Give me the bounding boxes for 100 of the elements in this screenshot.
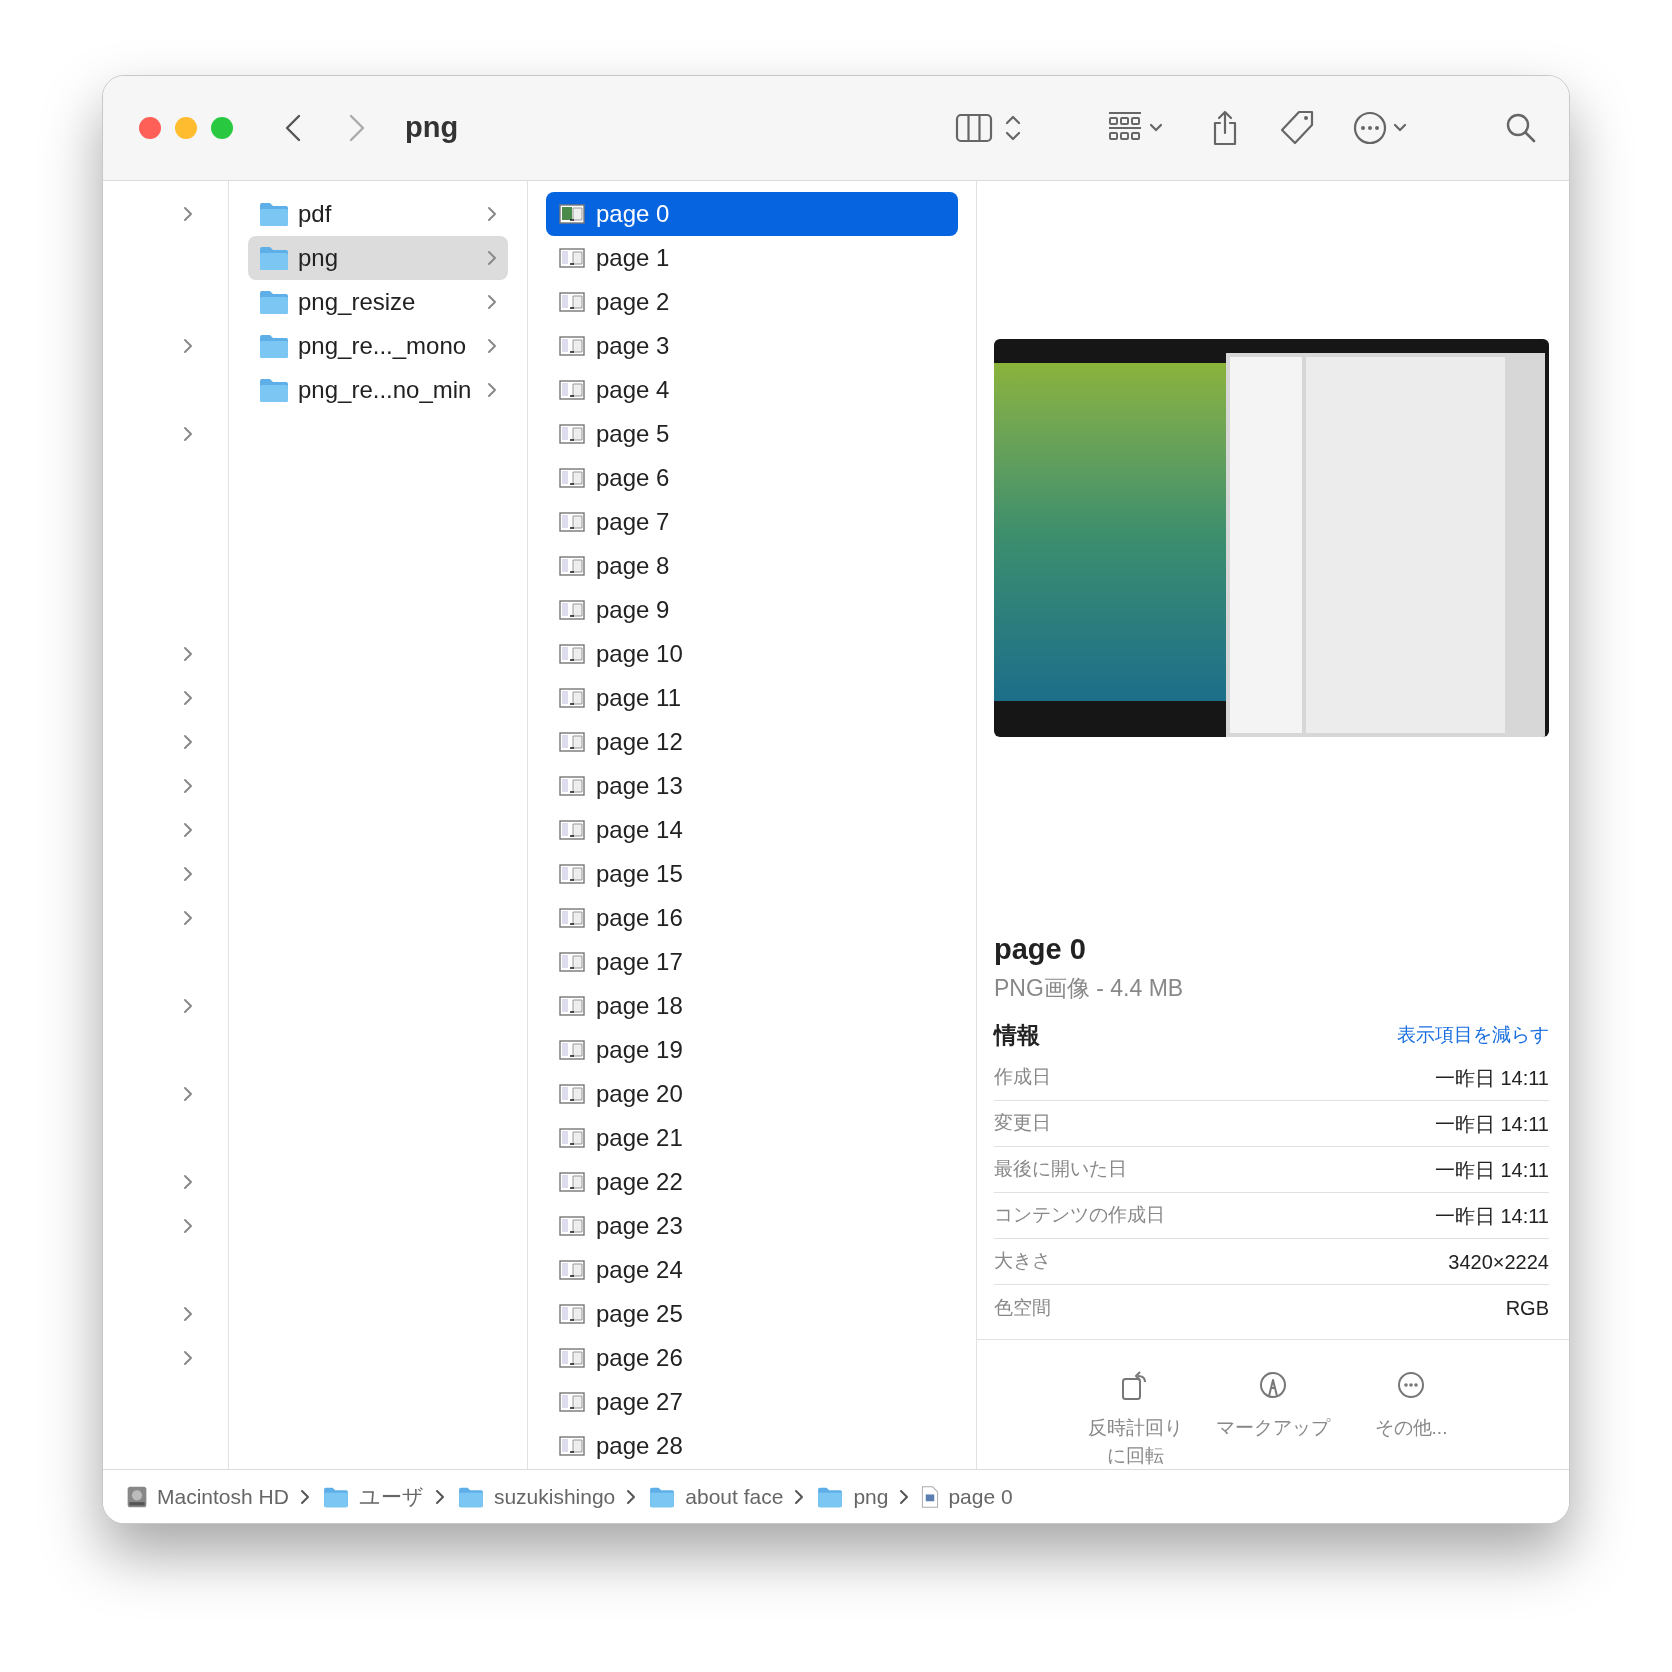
disclosure-chevron-icon[interactable] xyxy=(182,733,194,751)
file-row[interactable]: page 12 xyxy=(546,720,958,764)
disclosure-chevron-icon[interactable] xyxy=(182,425,194,443)
disclosure-chevron-icon[interactable] xyxy=(182,1173,194,1191)
path-item[interactable]: Macintosh HD xyxy=(157,1480,289,1513)
file-row[interactable]: page 4 xyxy=(546,368,958,412)
file-row[interactable]: page 23 xyxy=(546,1204,958,1248)
path-item[interactable]: suzukishingo xyxy=(493,1480,616,1513)
file-name: page 3 xyxy=(596,331,670,361)
file-row[interactable]: page 5 xyxy=(546,412,958,456)
disclosure-chevron-icon[interactable] xyxy=(182,1305,194,1323)
action-button[interactable]: 反時計回りに回転 xyxy=(1076,1368,1194,1470)
image-file-icon xyxy=(559,1304,585,1324)
file-row[interactable]: page 1 xyxy=(546,236,958,280)
forward-icon[interactable] xyxy=(349,114,365,142)
more-icon[interactable] xyxy=(1353,111,1387,145)
show-less-link[interactable]: 表示項目を減らす xyxy=(1397,1020,1549,1050)
disclosure-chevron-icon[interactable] xyxy=(182,1349,194,1367)
file-row[interactable]: page 28 xyxy=(546,1424,958,1468)
image-file-icon xyxy=(559,1436,585,1456)
file-row[interactable]: page 21 xyxy=(546,1116,958,1160)
up-down-icon[interactable] xyxy=(1005,114,1021,142)
folder-icon xyxy=(259,201,289,227)
info-value: 一昨日 14:11 xyxy=(1434,1203,1549,1229)
disclosure-chevron-icon[interactable] xyxy=(182,205,194,223)
file-name: page 25 xyxy=(596,1299,683,1329)
file-row[interactable]: page 22 xyxy=(546,1160,958,1204)
chevron-icon xyxy=(486,205,498,223)
file-name: page 16 xyxy=(596,903,683,933)
path-item[interactable]: about face xyxy=(685,1480,784,1513)
file-row[interactable]: page 8 xyxy=(546,544,958,588)
file-name: page 19 xyxy=(596,1035,683,1065)
file-row[interactable]: page 17 xyxy=(546,940,958,984)
file-row[interactable]: page 26 xyxy=(546,1336,958,1380)
disclosure-chevron-icon[interactable] xyxy=(182,909,194,927)
file-row[interactable]: page 15 xyxy=(546,852,958,896)
disclosure-chevron-icon[interactable] xyxy=(182,865,194,883)
action-button[interactable]: その他... xyxy=(1352,1368,1470,1470)
image-file-icon xyxy=(559,688,585,708)
disclosure-chevron-icon[interactable] xyxy=(182,689,194,707)
caret-icon[interactable] xyxy=(1149,123,1163,133)
file-row[interactable]: page 27 xyxy=(546,1380,958,1424)
disclosure-chevron-icon[interactable] xyxy=(182,645,194,663)
image-file-icon xyxy=(559,292,585,312)
folder-row[interactable]: png_re..._mono xyxy=(248,324,508,368)
folder-icon xyxy=(649,1485,676,1508)
folder-row[interactable]: pdf xyxy=(248,192,508,236)
image-file-icon xyxy=(559,556,585,576)
chevron-icon xyxy=(486,249,498,267)
folder-row[interactable]: png xyxy=(248,236,508,280)
file-row[interactable]: page 20 xyxy=(546,1072,958,1116)
file-row[interactable]: page 2 xyxy=(546,280,958,324)
image-file-icon xyxy=(559,380,585,400)
chevron-icon xyxy=(625,1487,638,1506)
folder-row[interactable]: png_re...no_min xyxy=(248,368,508,412)
tag-icon[interactable] xyxy=(1279,110,1315,146)
info-label: 色空間 xyxy=(994,1295,1051,1320)
file-row[interactable]: page 7 xyxy=(546,500,958,544)
file-row[interactable]: page 25 xyxy=(546,1292,958,1336)
disclosure-chevron-icon[interactable] xyxy=(182,337,194,355)
path-item[interactable]: png xyxy=(853,1480,889,1513)
file-row[interactable]: page 11 xyxy=(546,676,958,720)
file-row[interactable]: page 6 xyxy=(546,456,958,500)
folder-icon xyxy=(259,333,289,359)
disclosure-chevron-icon[interactable] xyxy=(182,777,194,795)
folder-icon xyxy=(817,1485,844,1508)
file-name: page 23 xyxy=(596,1211,683,1241)
column-view-icon[interactable] xyxy=(955,113,993,143)
file-row[interactable]: page 24 xyxy=(546,1248,958,1292)
file-row[interactable]: page 19 xyxy=(546,1028,958,1072)
close-button[interactable] xyxy=(139,117,161,139)
disclosure-chevron-icon[interactable] xyxy=(182,821,194,839)
file-row[interactable]: page 16 xyxy=(546,896,958,940)
info-label: 大きさ xyxy=(994,1249,1051,1274)
share-icon[interactable] xyxy=(1211,110,1239,146)
chevron-icon xyxy=(486,381,498,399)
file-name: page 10 xyxy=(596,639,683,669)
action-button[interactable]: マークアップ xyxy=(1214,1368,1332,1470)
path-item[interactable]: page 0 xyxy=(948,1480,1013,1513)
file-row[interactable]: page 0 xyxy=(546,192,958,236)
path-item[interactable]: ユーザ xyxy=(358,1480,424,1513)
folder-row[interactable]: png_resize xyxy=(248,280,508,324)
caret-icon[interactable] xyxy=(1393,123,1407,133)
file-row[interactable]: page 9 xyxy=(546,588,958,632)
file-row[interactable]: page 10 xyxy=(546,632,958,676)
file-row[interactable]: page 3 xyxy=(546,324,958,368)
file-row[interactable]: page 14 xyxy=(546,808,958,852)
file-row[interactable]: page 18 xyxy=(546,984,958,1028)
disclosure-chevron-icon[interactable] xyxy=(182,997,194,1015)
file-name: page 28 xyxy=(596,1431,683,1461)
disclosure-chevron-icon[interactable] xyxy=(182,1217,194,1235)
image-file-icon xyxy=(559,1040,585,1060)
image-file-icon xyxy=(559,336,585,356)
search-icon[interactable] xyxy=(1505,112,1537,144)
zoom-button[interactable] xyxy=(211,117,233,139)
disclosure-chevron-icon[interactable] xyxy=(182,1085,194,1103)
image-file-icon xyxy=(559,1216,585,1236)
file-row[interactable]: page 13 xyxy=(546,764,958,808)
file-name: page 27 xyxy=(596,1387,683,1417)
back-icon[interactable] xyxy=(285,114,301,142)
